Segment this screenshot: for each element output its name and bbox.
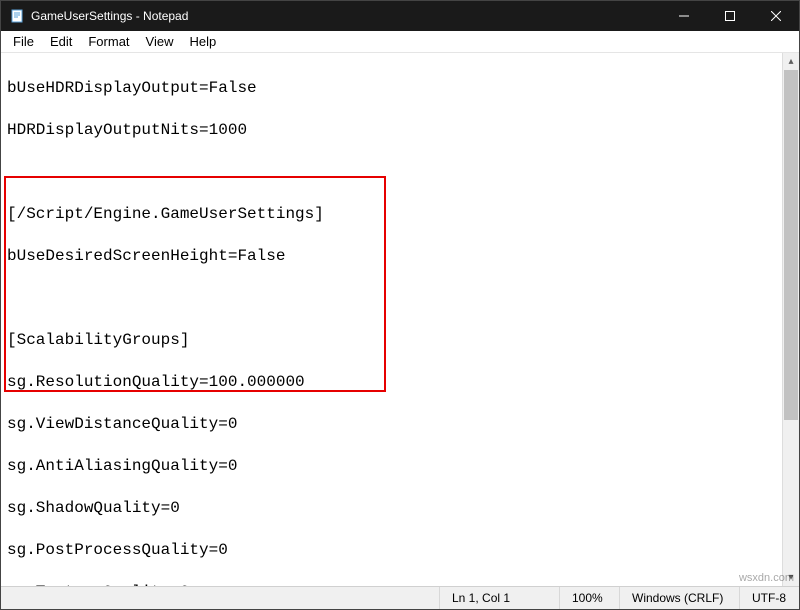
vertical-scrollbar[interactable]: ▴ ▾: [782, 53, 799, 586]
titlebar[interactable]: GameUserSettings - Notepad: [1, 1, 799, 31]
watermark: wsxdn.com: [739, 572, 794, 584]
text-line: sg.ViewDistanceQuality=0: [7, 414, 793, 435]
status-encoding: UTF-8: [739, 587, 799, 609]
scroll-thumb[interactable]: [784, 70, 798, 420]
text-line: HDRDisplayOutputNits=1000: [7, 120, 793, 141]
status-line-ending: Windows (CRLF): [619, 587, 739, 609]
menu-edit[interactable]: Edit: [42, 32, 80, 51]
text-line: bUseDesiredScreenHeight=False: [7, 246, 793, 267]
menu-format[interactable]: Format: [80, 32, 137, 51]
statusbar: Ln 1, Col 1 100% Windows (CRLF) UTF-8: [1, 586, 799, 609]
scroll-up-arrow[interactable]: ▴: [783, 53, 799, 70]
text-line: sg.AntiAliasingQuality=0: [7, 456, 793, 477]
menu-help[interactable]: Help: [181, 32, 224, 51]
menubar: File Edit Format View Help: [1, 31, 799, 53]
status-position: Ln 1, Col 1: [439, 587, 559, 609]
maximize-button[interactable]: [707, 1, 753, 31]
text-line: [/Script/Engine.GameUserSettings]: [7, 204, 793, 225]
blank-line: [7, 288, 793, 309]
menu-file[interactable]: File: [5, 32, 42, 51]
blank-line: [7, 162, 793, 183]
minimize-button[interactable]: [661, 1, 707, 31]
notepad-window: GameUserSettings - Notepad File Edit For…: [0, 0, 800, 610]
close-button[interactable]: [753, 1, 799, 31]
status-zoom: 100%: [559, 587, 619, 609]
text-line: sg.TextureQuality=0: [7, 582, 793, 586]
notepad-icon: [9, 8, 25, 24]
editor-area: bUseHDRDisplayOutput=False HDRDisplayOut…: [1, 53, 799, 586]
text-line: [ScalabilityGroups]: [7, 330, 793, 351]
text-line: sg.PostProcessQuality=0: [7, 540, 793, 561]
window-controls: [661, 1, 799, 31]
text-line: bUseHDRDisplayOutput=False: [7, 78, 793, 99]
window-title: GameUserSettings - Notepad: [31, 9, 661, 23]
text-editor[interactable]: bUseHDRDisplayOutput=False HDRDisplayOut…: [1, 53, 799, 586]
text-line: sg.ShadowQuality=0: [7, 498, 793, 519]
menu-view[interactable]: View: [138, 32, 182, 51]
text-line: sg.ResolutionQuality=100.000000: [7, 372, 793, 393]
